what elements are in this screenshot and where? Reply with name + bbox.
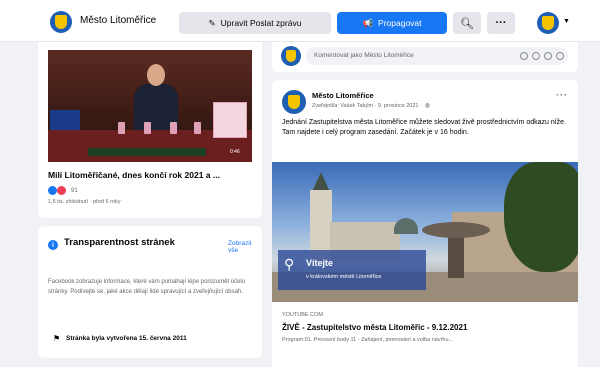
reactions[interactable]: 91 bbox=[48, 186, 78, 195]
globe-icon: ◍ bbox=[424, 103, 431, 109]
love-icon bbox=[57, 186, 66, 195]
person-icon: ⚲ bbox=[284, 256, 295, 272]
comment-avatar bbox=[281, 46, 301, 66]
fountain bbox=[422, 222, 490, 238]
page-created-date: Stránka byla vytvořena 15. června 2011 bbox=[66, 335, 187, 342]
edit-page-button[interactable]: ✎ Upravit Poslat zprávu bbox=[179, 12, 331, 34]
video-title[interactable]: Milí Litoměřičané, dnes končí rok 2021 a… bbox=[48, 170, 254, 180]
link-preview-image[interactable]: ⚲ Vítejte v královském městě Litoměřice bbox=[272, 162, 578, 302]
poster-graphic bbox=[213, 102, 247, 138]
sticker-icon[interactable] bbox=[556, 52, 564, 60]
top-bar: Město Litoměřice ✎ Upravit Poslat zprávu… bbox=[0, 0, 600, 42]
post-meta: Zveřejnil/a: Vašek Tabým · 9. prosince 2… bbox=[312, 102, 431, 110]
post-meta-text: Zveřejnil/a: Vašek Tabým · 9. prosince 2… bbox=[312, 102, 422, 109]
comment-card: Komentovat jako Město Litoměřice bbox=[272, 42, 578, 72]
transparency-title: Transparentnost stránek bbox=[64, 237, 175, 248]
like-icon bbox=[48, 186, 57, 195]
link-description: Program:01. Procesní body 11 - Zahájení,… bbox=[282, 337, 454, 343]
post-text: Jednání Zastupitelstva města Litoměřice … bbox=[282, 119, 567, 136]
search-icon: 🔍︎ bbox=[460, 17, 474, 30]
chevron-down-icon[interactable]: ▼ bbox=[563, 18, 570, 25]
page-avatar[interactable] bbox=[50, 11, 72, 33]
megaphone-icon: 📢 bbox=[362, 17, 374, 28]
transparency-card: i Transparentnost stránek Zobrazit vše F… bbox=[38, 226, 262, 358]
camera-icon[interactable] bbox=[532, 52, 540, 60]
video-stats: 1,5 tis. zhlédnutí · před 6 roky bbox=[48, 199, 121, 205]
search-button[interactable]: 🔍︎ bbox=[453, 12, 481, 34]
page-name[interactable]: Město Litoměřice bbox=[80, 15, 156, 26]
post-author[interactable]: Město Litoměřice bbox=[312, 91, 374, 100]
flag-icon: ⚑ bbox=[53, 334, 61, 343]
comment-placeholder: Komentovat jako Město Litoměřice bbox=[314, 52, 414, 59]
see-all-link[interactable]: Zobrazit vše bbox=[228, 240, 262, 254]
emoji-icon[interactable] bbox=[520, 52, 528, 60]
edit-button-label: Upravit Poslat zprávu bbox=[220, 18, 302, 28]
comment-tools bbox=[520, 52, 564, 60]
post-author-avatar[interactable] bbox=[282, 90, 306, 114]
promote-button[interactable]: 📢 Propagovat bbox=[337, 12, 447, 34]
more-icon: ··· bbox=[495, 17, 507, 29]
banner-subtitle: v královském městě Litoměřice bbox=[306, 274, 382, 280]
link-title[interactable]: ŽIVĚ - Zastupitelstvo města Litoměřic - … bbox=[282, 323, 467, 332]
info-icon: i bbox=[48, 240, 58, 250]
pencil-icon: ✎ bbox=[208, 17, 216, 28]
transparency-text: Facebook zobrazuje informace, které vám … bbox=[48, 279, 246, 295]
reaction-count: 91 bbox=[71, 187, 78, 194]
video-duration: 0:46 bbox=[230, 149, 240, 155]
video-caption-bar bbox=[88, 148, 206, 156]
post-options-icon[interactable]: ··· bbox=[556, 90, 568, 100]
video-card: 0:46 Milí Litoměřičané, dnes končí rok 2… bbox=[38, 42, 262, 218]
promote-button-label: Propagovat bbox=[378, 18, 422, 28]
link-domain: YOUTUBE.COM bbox=[282, 312, 323, 318]
welcome-banner: ⚲ Vítejte v královském městě Litoměřice bbox=[278, 250, 426, 290]
video-thumbnail[interactable]: 0:46 bbox=[48, 50, 252, 162]
gif-icon[interactable] bbox=[544, 52, 552, 60]
banner-title: Vítejte bbox=[306, 258, 334, 268]
profile-avatar[interactable] bbox=[537, 12, 559, 34]
more-button[interactable]: ··· bbox=[487, 12, 515, 34]
post-card: Město Litoměřice Zveřejnil/a: Vašek Tabý… bbox=[272, 80, 578, 367]
